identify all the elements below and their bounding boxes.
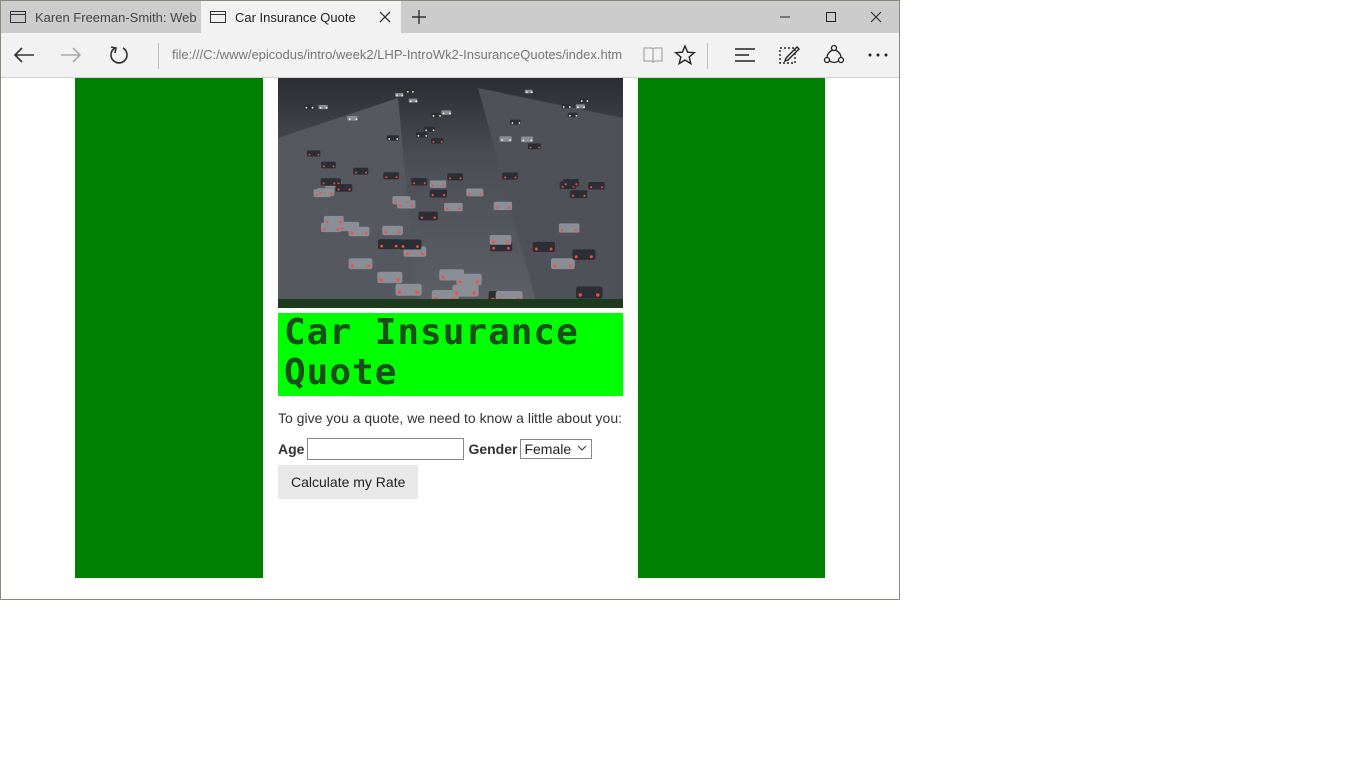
gender-select[interactable]: Female: [520, 439, 593, 459]
left-sidebar: [75, 78, 263, 578]
divider: [158, 43, 159, 69]
gender-selected-value: Female: [524, 441, 572, 457]
chevron-down-icon: [578, 445, 587, 451]
address-toolbar: file:///C:/www/epicodus/intro/week2/LHP-…: [1, 33, 899, 78]
quote-form: Age Gender Female: [278, 438, 623, 460]
new-tab-icon[interactable]: [409, 7, 429, 27]
hub-icon: [735, 48, 755, 62]
close-window-button[interactable]: [853, 1, 899, 33]
age-input[interactable]: [307, 438, 465, 460]
close-icon: [870, 11, 882, 23]
star-icon: [674, 44, 696, 66]
refresh-icon: [110, 46, 128, 64]
more-dots-icon: [868, 53, 888, 57]
web-note-button[interactable]: [767, 33, 811, 77]
age-label: Age: [278, 441, 305, 457]
gender-label: Gender: [468, 441, 518, 457]
tab-title: Karen Freeman-Smith: Web: [35, 9, 197, 25]
back-button[interactable]: [2, 33, 46, 77]
calculate-rate-button[interactable]: Calculate my Rate: [278, 465, 419, 499]
traffic-photo: [278, 78, 623, 308]
close-tab-icon[interactable]: [377, 9, 393, 25]
page-icon: [10, 11, 26, 23]
maximize-button[interactable]: [808, 1, 854, 33]
minimize-icon: [780, 16, 790, 18]
refresh-button[interactable]: [97, 33, 141, 77]
share-button[interactable]: [812, 33, 856, 77]
tab-karen-freeman-smith[interactable]: Karen Freeman-Smith: Web: [1, 1, 201, 33]
main-column: Car Insurance Quote To give you a quote,…: [278, 78, 623, 499]
favorite-button[interactable]: [663, 33, 707, 77]
back-arrow-icon: [13, 47, 34, 63]
tab-car-insurance-quote[interactable]: Car Insurance Quote: [201, 1, 401, 33]
page-title: Car Insurance Quote: [284, 312, 579, 393]
share-icon: [823, 44, 845, 64]
page-icon: [210, 11, 226, 23]
forward-arrow-icon: [61, 47, 82, 63]
right-sidebar: [638, 78, 825, 578]
book-icon: [643, 47, 663, 64]
address-field[interactable]: file:///C:/www/epicodus/intro/week2/LHP-…: [172, 47, 627, 62]
browser-window: Karen Freeman-Smith: Web Car Insurance Q…: [0, 0, 900, 600]
title-band: Car Insurance Quote: [278, 313, 623, 396]
tab-title: Car Insurance Quote: [235, 9, 356, 25]
intro-text: To give you a quote, we need to know a l…: [278, 410, 623, 426]
maximize-icon: [826, 12, 836, 22]
minimize-button[interactable]: [762, 1, 808, 33]
page-content: Car Insurance Quote To give you a quote,…: [1, 78, 899, 599]
tab-bar: Karen Freeman-Smith: Web Car Insurance Q…: [1, 1, 899, 33]
more-button[interactable]: [856, 33, 899, 77]
divider: [707, 43, 708, 69]
hub-button[interactable]: [723, 33, 767, 77]
web-note-icon: [779, 46, 800, 64]
forward-button[interactable]: [49, 33, 93, 77]
